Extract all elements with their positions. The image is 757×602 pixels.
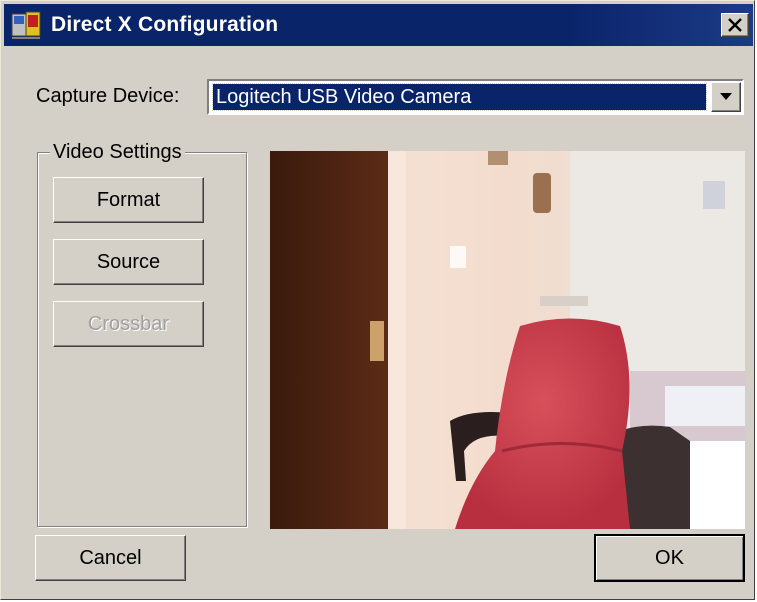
cancel-button[interactable]: Cancel	[35, 535, 186, 581]
capture-device-value: Logitech USB Video Camera	[212, 83, 707, 111]
title-bar[interactable]: Direct X Configuration	[4, 4, 753, 46]
dropdown-button[interactable]	[711, 82, 741, 112]
source-button[interactable]: Source	[53, 239, 204, 285]
capture-device-label: Capture Device:	[36, 85, 180, 107]
video-settings-legend: Video Settings	[50, 141, 185, 164]
format-button[interactable]: Format	[53, 177, 204, 223]
dialog-window: Direct X Configuration Capture Device: L…	[0, 0, 755, 600]
window-title: Direct X Configuration	[51, 13, 279, 36]
close-button[interactable]	[721, 13, 749, 37]
webcam-preview-image	[270, 151, 745, 529]
ok-button[interactable]: OK	[594, 534, 745, 582]
app-icon	[11, 11, 41, 39]
crossbar-button[interactable]: Crossbar	[53, 301, 204, 347]
close-icon	[728, 18, 742, 32]
capture-device-select[interactable]: Logitech USB Video Camera	[207, 79, 744, 115]
video-preview	[270, 151, 745, 529]
chevron-down-icon	[720, 93, 732, 100]
